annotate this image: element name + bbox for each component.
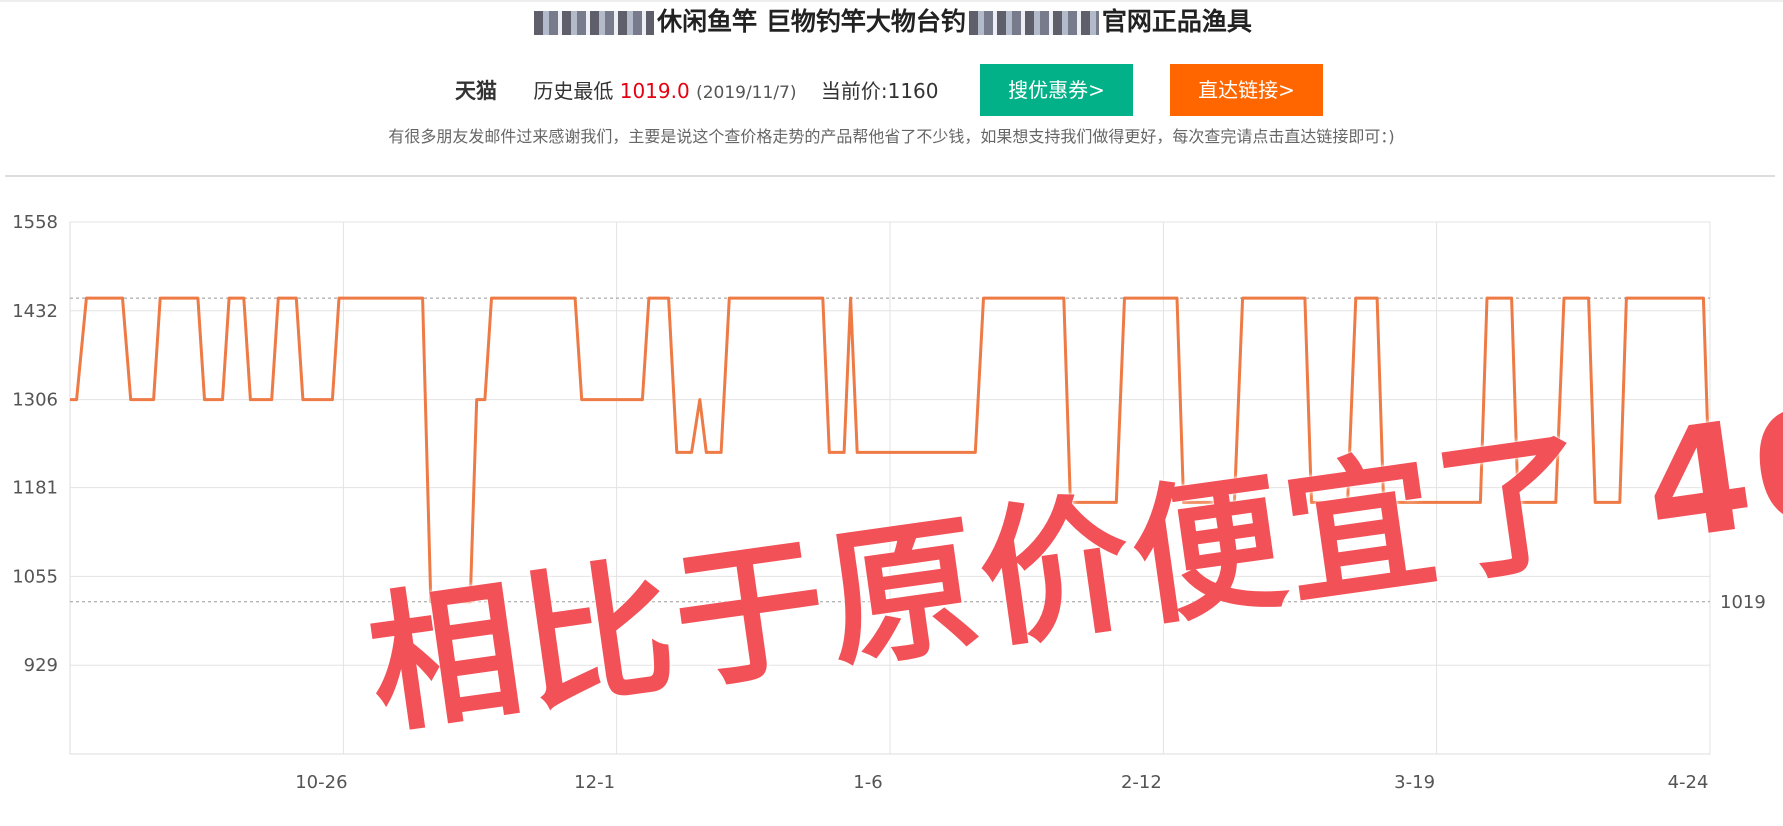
current-price-label: 当前价: xyxy=(820,79,888,103)
y-tick-label: 1558 xyxy=(12,212,58,233)
x-tick-label: 12-1 xyxy=(574,772,615,793)
direct-link-button[interactable]: 直达链接> xyxy=(1170,64,1323,116)
y-tick-label: 1181 xyxy=(12,478,58,499)
x-tick-label: 4-24 xyxy=(1668,772,1709,793)
product-title-part1: 休闲鱼竿 巨物钓竿大物台钓 xyxy=(657,7,966,36)
y-tick-label: 1055 xyxy=(12,566,58,587)
current-price-value: 1160 xyxy=(887,79,939,103)
section-divider xyxy=(5,175,1775,177)
y-tick-label: 1306 xyxy=(12,390,58,411)
lowest-price-value: 1019.0 xyxy=(619,79,690,103)
y-tick-label: 1432 xyxy=(12,301,58,322)
price-summary: 天猫 历史最低 1019.0 (2019/11/7) 当前价:1160 xyxy=(455,76,939,106)
store-name: 天猫 xyxy=(455,79,497,103)
lowest-price-date: (2019/11/7) xyxy=(696,83,797,103)
product-title: 休闲鱼竿 巨物钓竿大物台钓 官网正品渔具 xyxy=(0,4,1783,40)
product-title-part2: 官网正品渔具 xyxy=(1101,7,1252,36)
x-tick-label: 3-19 xyxy=(1394,772,1435,793)
x-tick-label: 1-6 xyxy=(853,772,882,793)
y-tick-label: 929 xyxy=(24,655,58,676)
blurred-brand-text xyxy=(534,11,655,35)
search-coupon-button[interactable]: 搜优惠券> xyxy=(980,64,1133,116)
x-tick-label: 2-12 xyxy=(1121,772,1162,793)
top-divider xyxy=(0,0,1783,2)
reference-line-label: 1019 xyxy=(1720,592,1766,613)
thanks-note: 有很多朋友发邮件过来感谢我们，主要是说这个查价格走势的产品帮他省了不少钱，如果想… xyxy=(388,127,1395,146)
lowest-price-label: 历史最低 xyxy=(533,79,614,103)
blurred-model-text xyxy=(968,11,1099,35)
x-tick-label: 10-26 xyxy=(295,772,347,793)
